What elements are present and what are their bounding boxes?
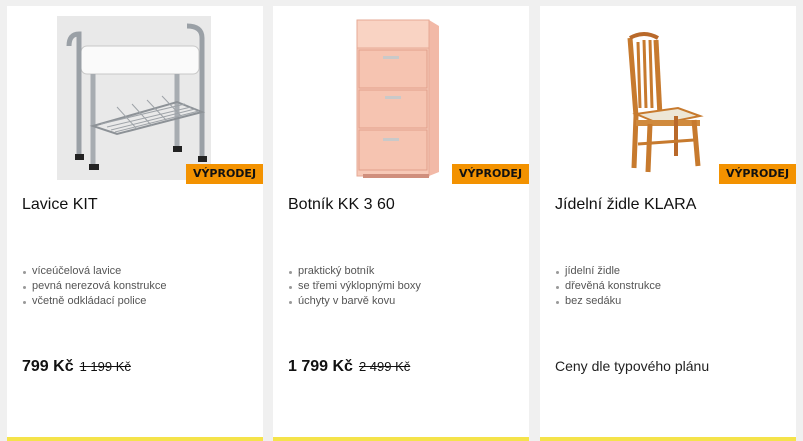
current-price: 799 Kč [22,358,74,375]
old-price: 2 499 Kč [358,359,411,374]
feature-item: víceúčelová lavice [23,264,167,279]
product-image[interactable] [57,16,211,180]
sale-badge[interactable]: VÝPRODEJ [719,164,796,184]
feature-item: dřevěná konstrukce [556,280,661,292]
feature-item: bez sedáku [556,294,661,309]
product-card[interactable]: VÝPRODEJ Jídelní židle KLARA jídelní žid… [540,6,796,441]
product-card[interactable]: VÝPRODEJ Lavice KIT víceúčelová lavice p… [7,6,263,441]
price-note: Ceny dle typového plánu [555,358,710,374]
feature-item: včetně odkládací police [23,294,167,309]
feature-list: víceúčelová lavice pevná nerezová konstr… [22,264,167,309]
current-price: 1 799 Kč [288,358,353,375]
feature-item: jídelní židle [556,264,661,279]
price-block: 799 Kč 1 199 Kč [22,358,131,376]
price-block: 1 799 Kč 2 499 Kč [288,358,410,376]
product-title[interactable]: Botník KK 3 60 [288,196,519,214]
feature-item: pevná nerezová konstrukce [23,280,167,292]
shoe-cabinet-illustration [323,16,477,180]
product-image[interactable] [590,16,744,180]
chair-illustration [590,16,744,180]
feature-item: praktický botník [289,264,421,279]
old-price: 1 199 Kč [79,359,131,374]
product-image[interactable] [323,16,477,180]
bench-illustration [57,16,211,180]
feature-item: úchyty v barvě kovu [289,294,421,309]
feature-list: jídelní židle dřevěná konstrukce bez sed… [555,264,661,309]
feature-item: se třemi výklopnými boxy [289,280,421,292]
product-card[interactable]: VÝPRODEJ Botník KK 3 60 praktický botník… [273,6,529,441]
product-title[interactable]: Lavice KIT [22,196,253,214]
feature-list: praktický botník se třemi výklopnými box… [288,264,421,309]
sale-badge[interactable]: VÝPRODEJ [452,164,529,184]
sale-badge[interactable]: VÝPRODEJ [186,164,263,184]
product-title[interactable]: Jídelní židle KLARA [555,196,786,214]
